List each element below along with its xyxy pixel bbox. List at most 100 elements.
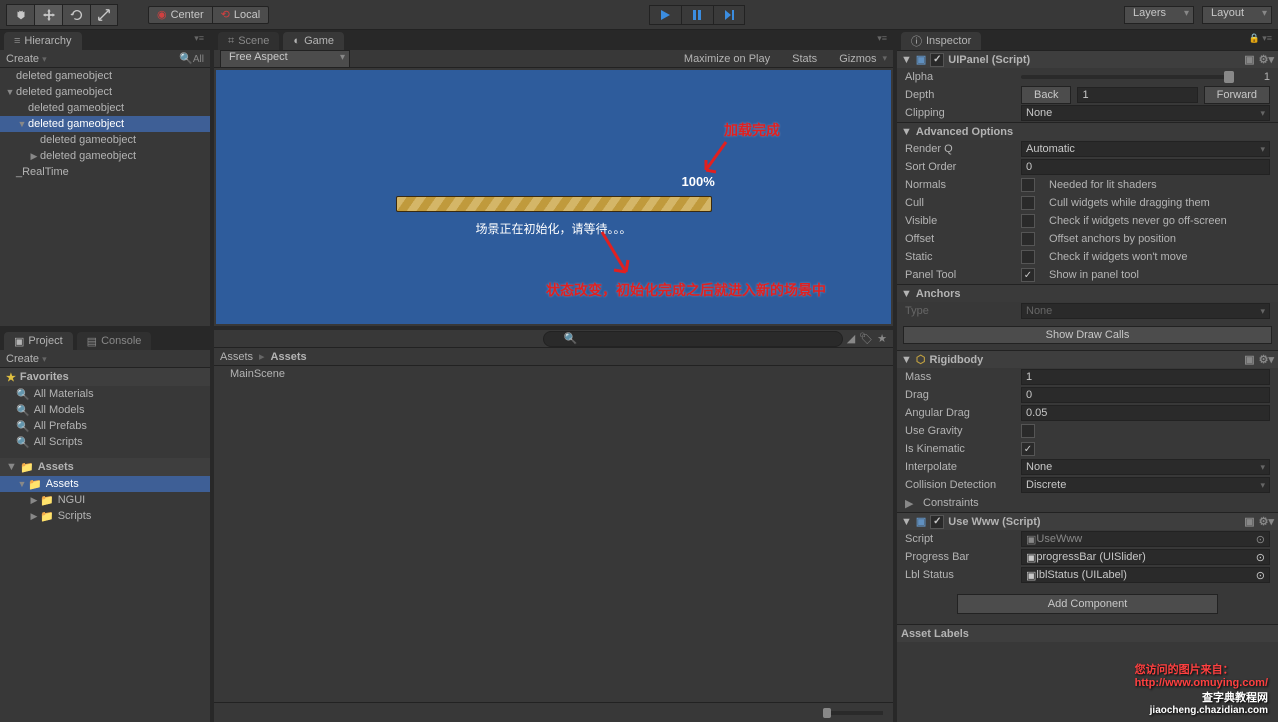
usewww-header[interactable]: ▼▣✓Use Www (Script)▣⚙▾: [897, 512, 1278, 530]
asset-folder[interactable]: ▶📁NGUI: [0, 492, 210, 508]
back-button[interactable]: Back: [1021, 86, 1071, 104]
search-icon[interactable]: 🔍All: [179, 52, 204, 65]
help-icon[interactable]: ▣: [1244, 515, 1254, 528]
assets-header[interactable]: ▼📁Assets: [0, 458, 210, 476]
rotate-tool[interactable]: [62, 4, 90, 26]
forward-button[interactable]: Forward: [1204, 86, 1270, 104]
move-tool[interactable]: [34, 4, 62, 26]
angular-field[interactable]: 0.05: [1021, 405, 1270, 421]
favorites-header[interactable]: ★Favorites: [0, 368, 210, 386]
hierarchy-item[interactable]: ▼deleted gameobject: [0, 116, 210, 132]
rigidbody-header[interactable]: ▼⬡Rigidbody▣⚙▾: [897, 350, 1278, 368]
pause-button[interactable]: [681, 5, 713, 25]
alpha-slider[interactable]: [1021, 75, 1234, 79]
offset-desc: Offset anchors by position: [1049, 233, 1176, 245]
clipping-dropdown[interactable]: None: [1021, 105, 1270, 121]
sort-field[interactable]: 0: [1021, 159, 1270, 175]
scale-tool[interactable]: [90, 4, 118, 26]
center-toggle[interactable]: ◉Center: [148, 6, 213, 24]
normals-checkbox[interactable]: [1021, 178, 1035, 192]
show-draw-calls-button[interactable]: Show Draw Calls: [903, 326, 1272, 344]
interpolate-dropdown[interactable]: None: [1021, 459, 1270, 475]
help-icon[interactable]: ▣: [1244, 353, 1254, 366]
asset-item[interactable]: MainScene: [214, 366, 893, 382]
hierarchy-item[interactable]: deleted gameobject: [0, 132, 210, 148]
gravity-checkbox[interactable]: [1021, 424, 1035, 438]
game-tab[interactable]: ◐Game: [283, 32, 344, 50]
aspect-dropdown[interactable]: Free Aspect: [220, 50, 350, 68]
breadcrumb-item[interactable]: Assets: [220, 351, 253, 363]
script-icon: ▣: [916, 53, 926, 66]
project-content[interactable]: MainScene: [214, 366, 893, 702]
star-icon[interactable]: ★: [877, 332, 887, 345]
script-field[interactable]: ▣ UseWww⊙: [1021, 531, 1270, 547]
layers-dropdown[interactable]: Layers: [1124, 6, 1194, 24]
maximize-toggle[interactable]: Maximize on Play: [684, 53, 770, 65]
filter-icon[interactable]: ◢: [847, 332, 855, 345]
hierarchy-item[interactable]: _RealTime: [0, 164, 210, 180]
breadcrumb-item[interactable]: Assets: [271, 351, 307, 363]
constraints-row[interactable]: ▶Constraints: [897, 494, 1278, 512]
visible-checkbox[interactable]: [1021, 214, 1035, 228]
hierarchy-item[interactable]: deleted gameobject: [0, 68, 210, 84]
asset-folder[interactable]: ▼📁Assets: [0, 476, 210, 492]
local-toggle[interactable]: ⟲Local: [213, 6, 270, 24]
uipanel-header[interactable]: ▼ ▣ ✓ UIPanel (Script) ▣ ⚙▾: [897, 50, 1278, 68]
gizmos-toggle[interactable]: Gizmos: [839, 53, 876, 65]
gear-icon[interactable]: ⚙▾: [1259, 53, 1274, 66]
help-icon[interactable]: ▣: [1244, 53, 1254, 66]
advanced-header[interactable]: ▼Advanced Options: [897, 122, 1278, 140]
mass-field[interactable]: 1: [1021, 369, 1270, 385]
play-button[interactable]: [649, 5, 681, 25]
gear-icon[interactable]: ⚙▾: [1259, 353, 1274, 366]
renderq-dropdown[interactable]: Automatic: [1021, 141, 1270, 157]
offset-label: Offset: [905, 233, 1015, 245]
project-tab[interactable]: ▣Project: [4, 332, 73, 350]
depth-field[interactable]: 1: [1077, 87, 1197, 103]
gear-icon[interactable]: ⚙▾: [1259, 515, 1274, 528]
panel-menu-icon[interactable]: ▾≡: [194, 33, 204, 44]
hierarchy-item[interactable]: ▼deleted gameobject: [0, 84, 210, 100]
thumbnail-slider[interactable]: [823, 711, 883, 715]
anchor-type-dropdown[interactable]: None: [1021, 303, 1270, 319]
anchors-header[interactable]: ▼Anchors: [897, 284, 1278, 302]
static-checkbox[interactable]: [1021, 250, 1035, 264]
lblstatus-field[interactable]: ▣ lblStatus (UILabel)⊙: [1021, 567, 1270, 583]
project-tree[interactable]: ★Favorites 🔍All Materials🔍All Models🔍All…: [0, 368, 210, 722]
step-button[interactable]: [713, 5, 745, 25]
kinematic-checkbox[interactable]: ✓: [1021, 442, 1035, 456]
project-search[interactable]: 🔍: [543, 331, 843, 347]
paneltool-checkbox[interactable]: ✓: [1021, 268, 1035, 282]
inspector-tab[interactable]: ⓘInspector: [901, 32, 981, 50]
layout-dropdown[interactable]: Layout: [1202, 6, 1272, 24]
hierarchy-item[interactable]: ▶deleted gameobject: [0, 148, 210, 164]
hierarchy-item[interactable]: deleted gameobject: [0, 100, 210, 116]
favorite-item[interactable]: 🔍All Materials: [0, 386, 210, 402]
favorite-item[interactable]: 🔍All Scripts: [0, 434, 210, 450]
arrow-icon: [700, 140, 730, 178]
favorite-item[interactable]: 🔍All Models: [0, 402, 210, 418]
enable-checkbox[interactable]: ✓: [930, 53, 944, 67]
enable-checkbox[interactable]: ✓: [930, 515, 944, 529]
asset-folder[interactable]: ▶📁Scripts: [0, 508, 210, 524]
stats-toggle[interactable]: Stats: [792, 53, 817, 65]
offset-checkbox[interactable]: [1021, 232, 1035, 246]
panel-menu-icon[interactable]: ▾≡: [877, 33, 887, 44]
drag-field[interactable]: 0: [1021, 387, 1270, 403]
asset-labels-header[interactable]: Asset Labels: [897, 624, 1278, 642]
label-icon[interactable]: 🏷: [859, 332, 873, 345]
project-create-dropdown[interactable]: Create ▾: [6, 353, 47, 365]
console-tab[interactable]: ▤Console: [77, 332, 152, 350]
hierarchy-tree[interactable]: deleted gameobject▼deleted gameobjectdel…: [0, 68, 210, 326]
hierarchy-tab[interactable]: ≡Hierarchy: [4, 32, 82, 50]
create-dropdown[interactable]: Create ▾: [6, 53, 47, 65]
cull-checkbox[interactable]: [1021, 196, 1035, 210]
favorite-item[interactable]: 🔍All Prefabs: [0, 418, 210, 434]
add-component-button[interactable]: Add Component: [957, 594, 1218, 614]
collision-dropdown[interactable]: Discrete: [1021, 477, 1270, 493]
progressbar-field[interactable]: ▣ progressBar (UISlider)⊙: [1021, 549, 1270, 565]
script-icon: ▣: [916, 515, 926, 528]
lock-icon[interactable]: 🔒 ▾≡: [1249, 33, 1272, 44]
scene-tab[interactable]: ⌗Scene: [218, 32, 279, 50]
hand-tool[interactable]: [6, 4, 34, 26]
